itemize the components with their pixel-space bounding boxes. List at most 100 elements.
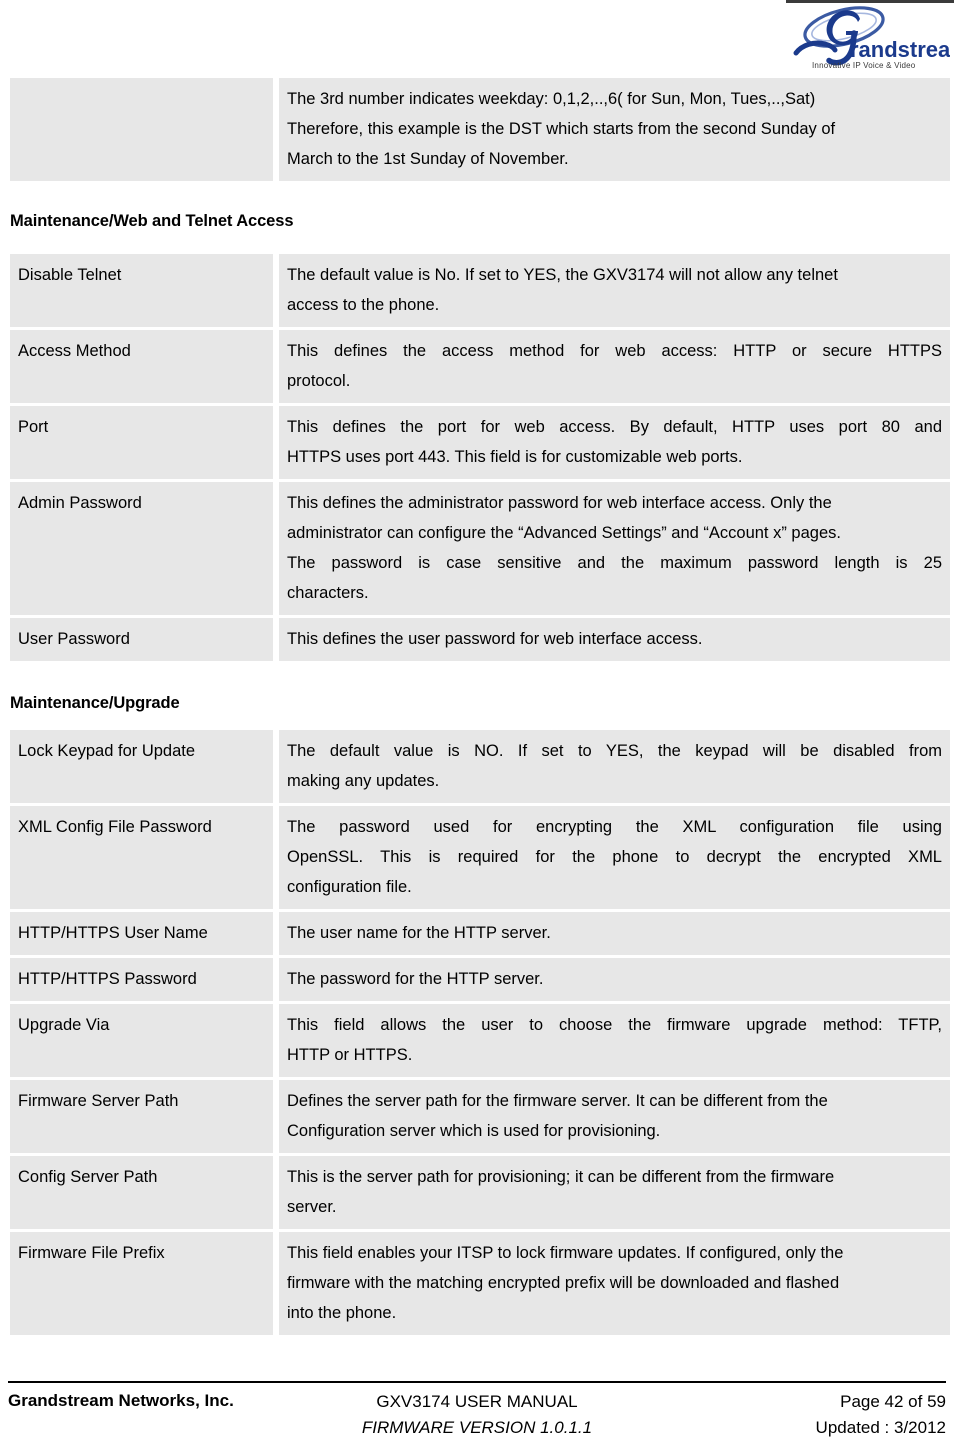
row-description-cell: The default value is No. If set to YES, … <box>279 254 950 327</box>
description-line: This is the server path for provisioning… <box>287 1168 835 1186</box>
row-label-cell: Firmware Server Path <box>10 1077 279 1153</box>
description-line: March to the 1st Sunday of November. <box>287 150 569 168</box>
row-label: Firmware File Prefix <box>18 1244 165 1262</box>
table-row: Lock Keypad for Update The default value… <box>10 730 950 803</box>
row-label-cell: Port <box>10 403 279 479</box>
footer-manual-title: GXV3174 USER MANUAL <box>376 1392 578 1411</box>
row-description-cell: The user name for the HTTP server. <box>279 909 950 955</box>
description-line: OpenSSL. This is required for the phone … <box>287 848 942 866</box>
table-body: Disable Telnet The default value is No. … <box>10 254 950 661</box>
row-label: Port <box>18 418 49 436</box>
description-line: protocol. <box>287 372 351 390</box>
description-line: HTTP or HTTPS. <box>287 1046 413 1064</box>
page-footer: Grandstream Networks, Inc. GXV3174 USER … <box>8 1381 946 1441</box>
footer-page-number: Page 42 of 59 <box>840 1392 946 1411</box>
row-label-cell: Config Server Path <box>10 1153 279 1229</box>
description-line: into the phone. <box>287 1304 397 1322</box>
row-label: Config Server Path <box>18 1168 158 1186</box>
upgrade-table: Lock Keypad for Update The default value… <box>10 730 950 1335</box>
row-label-cell: XML Config File Password <box>10 803 279 909</box>
row-description-cell: Defines the server path for the firmware… <box>279 1077 950 1153</box>
table-row: Port This defines the port for web acces… <box>10 403 950 479</box>
description-line: configuration file. <box>287 878 412 896</box>
row-label: Firmware Server Path <box>18 1092 179 1110</box>
table-row: Firmware Server Path Defines the server … <box>10 1077 950 1153</box>
logo-tagline: Innovative IP Voice & Video <box>812 61 916 70</box>
row-label-cell: Lock Keypad for Update <box>10 730 279 803</box>
row-label: Access Method <box>18 342 131 360</box>
table-row: HTTP/HTTPS Password The password for the… <box>10 955 950 1001</box>
section-heading-upgrade: Maintenance/Upgrade <box>10 694 180 712</box>
row-label-cell: HTTP/HTTPS User Name <box>10 909 279 955</box>
table-row: HTTP/HTTPS User Name The user name for t… <box>10 909 950 955</box>
row-label-cell: Access Method <box>10 327 279 403</box>
row-description-cell: This defines the user password for web i… <box>279 615 950 661</box>
row-label: HTTP/HTTPS Password <box>18 970 197 988</box>
description-line: The 3rd number indicates weekday: 0,1,2,… <box>287 90 816 108</box>
description-line: This field enables your ITSP to lock fir… <box>287 1244 844 1262</box>
row-label: User Password <box>18 630 130 648</box>
row-label-cell: Firmware File Prefix <box>10 1229 279 1335</box>
row-description-cell: The 3rd number indicates weekday: 0,1,2,… <box>279 78 950 181</box>
row-description-cell: This defines the access method for web a… <box>279 327 950 403</box>
row-label: Disable Telnet <box>18 266 122 284</box>
footer-center-block: GXV3174 USER MANUAL FIRMWARE VERSION 1.0… <box>8 1389 946 1441</box>
row-label: Upgrade Via <box>18 1016 110 1034</box>
row-description-cell: This field enables your ITSP to lock fir… <box>279 1229 950 1335</box>
description-line: characters. <box>287 584 369 602</box>
footer-right-block: Page 42 of 59 Updated : 3/2012 <box>816 1389 946 1441</box>
description-line: HTTPS uses port 443. This field is for c… <box>287 448 743 466</box>
row-description-cell: This is the server path for provisioning… <box>279 1153 950 1229</box>
row-label-cell: Upgrade Via <box>10 1001 279 1077</box>
description-line: Configuration server which is used for p… <box>287 1122 661 1140</box>
table-row: Firmware File Prefix This field enables … <box>10 1229 950 1335</box>
row-label-cell <box>10 78 279 181</box>
row-label: HTTP/HTTPS User Name <box>18 924 208 942</box>
description-line: The default value is No. If set to YES, … <box>287 266 838 284</box>
continued-settings-table: The 3rd number indicates weekday: 0,1,2,… <box>10 78 950 181</box>
table-row: Access Method This defines the access me… <box>10 327 950 403</box>
table-row: XML Config File Password The password us… <box>10 803 950 909</box>
row-description-cell: The password used for encrypting the XML… <box>279 803 950 909</box>
description-line: The password is case sensitive and the m… <box>287 554 942 572</box>
row-label-cell: Admin Password <box>10 479 279 615</box>
row-description-cell: The password for the HTTP server. <box>279 955 950 1001</box>
description-line: This field allows the user to choose the… <box>287 1016 942 1034</box>
description-line: The user name for the HTTP server. <box>287 924 551 942</box>
web-telnet-access-table: Disable Telnet The default value is No. … <box>10 254 950 661</box>
footer-updated-date: Updated : 3/2012 <box>815 1418 946 1437</box>
description-line: Defines the server path for the firmware… <box>287 1092 828 1110</box>
description-line: making any updates. <box>287 772 440 790</box>
description-line: This defines the user password for web i… <box>287 630 703 648</box>
description-line: Therefore, this example is the DST which… <box>287 120 836 138</box>
table-row: Config Server Path This is the server pa… <box>10 1153 950 1229</box>
description-line: This defines the administrator password … <box>287 494 832 512</box>
table-row: Admin Password This defines the administ… <box>10 479 950 615</box>
document-page: randstream Innovative IP Voice & Video T… <box>0 0 954 1437</box>
description-line: server. <box>287 1198 337 1216</box>
footer-rule <box>8 1381 946 1383</box>
description-line: access to the phone. <box>287 296 440 314</box>
section-heading-web-telnet: Maintenance/Web and Telnet Access <box>10 212 294 230</box>
description-line: administrator can configure the “Advance… <box>287 524 841 542</box>
table-row: The 3rd number indicates weekday: 0,1,2,… <box>10 78 950 181</box>
description-line: The password used for encrypting the XML… <box>287 818 942 836</box>
table-row: Upgrade Via This field allows the user t… <box>10 1001 950 1077</box>
row-description-cell: The default value is NO. If set to YES, … <box>279 730 950 803</box>
grandstream-logo: randstream Innovative IP Voice & Video <box>788 5 950 71</box>
row-description-cell: This field allows the user to choose the… <box>279 1001 950 1077</box>
row-description-cell: This defines the administrator password … <box>279 479 950 615</box>
footer-content: Grandstream Networks, Inc. GXV3174 USER … <box>8 1389 946 1441</box>
table-body: Lock Keypad for Update The default value… <box>10 730 950 1335</box>
row-label-cell: Disable Telnet <box>10 254 279 327</box>
table-body: The 3rd number indicates weekday: 0,1,2,… <box>10 78 950 181</box>
description-line: The default value is NO. If set to YES, … <box>287 742 942 760</box>
row-description-cell: This defines the port for web access. By… <box>279 403 950 479</box>
row-label-cell: User Password <box>10 615 279 661</box>
description-line: This defines the port for web access. By… <box>287 418 942 436</box>
table-row: Disable Telnet The default value is No. … <box>10 254 950 327</box>
row-label: XML Config File Password <box>18 818 212 836</box>
row-label: Admin Password <box>18 494 142 512</box>
footer-firmware-version: FIRMWARE VERSION 1.0.1.1 <box>361 1418 593 1437</box>
row-label: Lock Keypad for Update <box>18 742 196 760</box>
